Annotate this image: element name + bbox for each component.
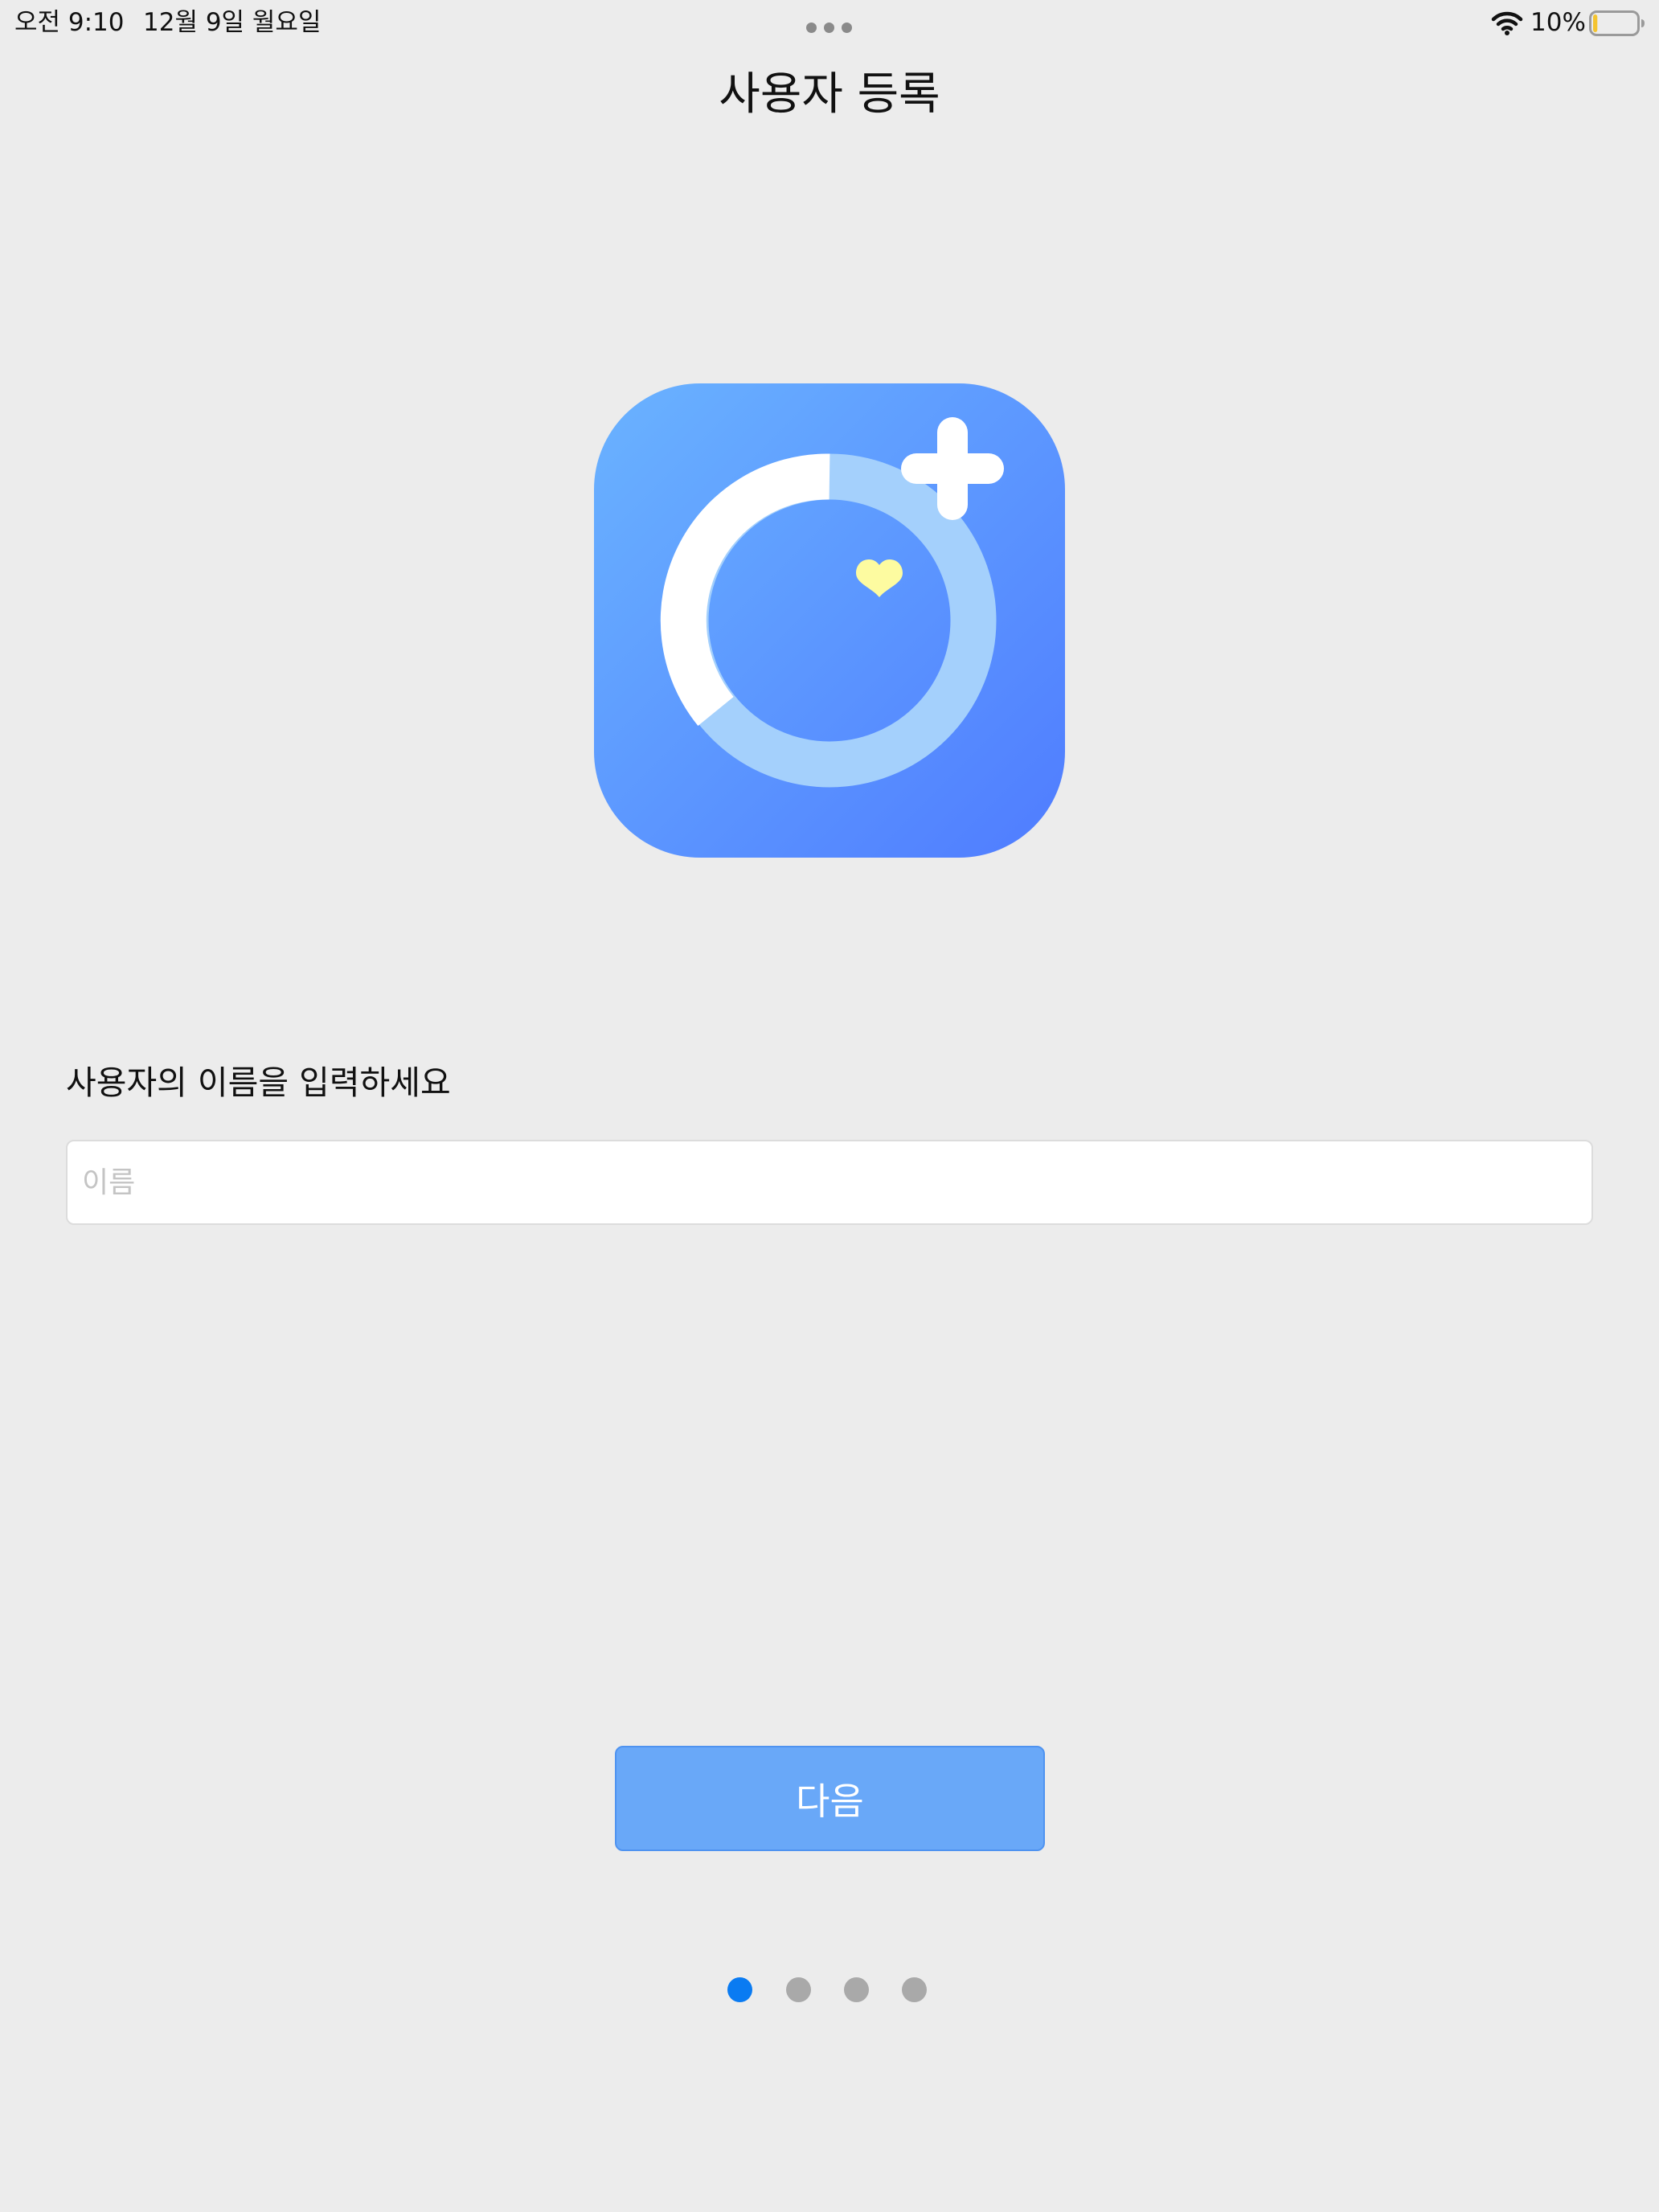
page-dot-3[interactable] — [844, 1977, 869, 2002]
health-ring-plus-heart-icon — [594, 383, 1065, 858]
page-dot-2[interactable] — [786, 1977, 811, 2002]
name-input[interactable] — [66, 1140, 1593, 1225]
page-indicator — [727, 1977, 933, 2005]
battery-percent: 10% — [1530, 8, 1586, 37]
wifi-icon — [1491, 11, 1523, 35]
name-prompt-label: 사용자의 이름을 입력하세요 — [66, 1063, 451, 1102]
page-title: 사용자 등록 — [719, 68, 940, 121]
status-bar: 오전 9:10 12월 9일 월요일 10% — [0, 0, 1659, 48]
status-date: 12월 9일 월요일 — [143, 8, 322, 37]
battery-icon — [1589, 10, 1645, 36]
page-dot-1[interactable] — [727, 1977, 752, 2002]
next-button[interactable]: 다음 — [615, 1746, 1045, 1851]
multitasking-dots-icon[interactable] — [806, 23, 853, 34]
page-dot-4[interactable] — [902, 1977, 927, 2002]
status-time: 오전 9:10 — [14, 8, 125, 37]
